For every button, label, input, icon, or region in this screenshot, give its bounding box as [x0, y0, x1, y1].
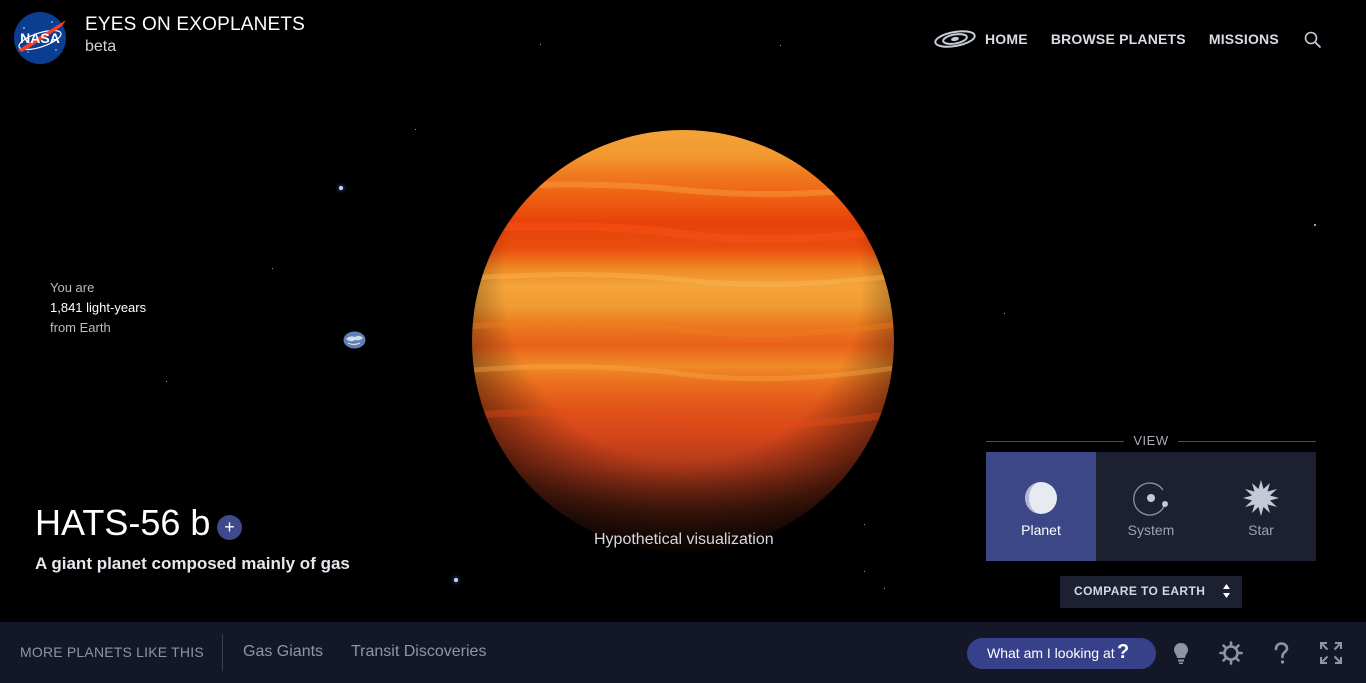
planet-name: HATS-56 b: [35, 502, 211, 543]
background-star: [166, 381, 167, 382]
more-planets-label: MORE PLANETS LIKE THIS: [20, 644, 204, 660]
compare-to-earth-select[interactable]: COMPARE TO EARTH: [1060, 576, 1242, 608]
view-selector: Planet System Star: [986, 452, 1316, 561]
visualization-caption: Hypothetical visualization: [594, 531, 774, 548]
what-am-i-looking-at-button[interactable]: What am I looking at ?: [967, 638, 1156, 669]
bottom-divider: [222, 634, 223, 671]
view-star-button[interactable]: Star: [1206, 452, 1316, 561]
main-nav: HOME BROWSE PLANETS MISSIONS: [933, 28, 1322, 50]
looking-label: What am I looking at: [987, 645, 1115, 661]
bottom-bar: MORE PLANETS LIKE THIS Gas Giants Transi…: [0, 622, 1366, 683]
add-planet-button[interactable]: +: [217, 515, 242, 540]
distance-value: 1,841 light-years: [50, 300, 147, 315]
background-star: [864, 524, 865, 525]
view-system-button[interactable]: System: [1096, 452, 1206, 561]
help-icon[interactable]: [1269, 641, 1293, 665]
galaxy-icon[interactable]: [933, 28, 977, 50]
view-planet-button[interactable]: Planet: [986, 452, 1096, 561]
fullscreen-icon[interactable]: [1319, 641, 1343, 665]
view-star-label: Star: [1248, 522, 1274, 538]
question-icon: ?: [1117, 641, 1130, 663]
nasa-logo[interactable]: NASA: [12, 10, 68, 66]
view-system-label: System: [1127, 522, 1175, 538]
distance-prefix: You are: [50, 280, 95, 295]
planet-icon: [1025, 482, 1057, 514]
compare-label: COMPARE TO EARTH: [1074, 584, 1206, 598]
tag-transit-discoveries[interactable]: Transit Discoveries: [351, 643, 486, 661]
search-icon[interactable]: [1304, 31, 1322, 49]
distance-readout: You are 1,841 light-years from Earth: [50, 278, 146, 338]
nav-home[interactable]: HOME: [985, 31, 1028, 47]
background-star: [864, 571, 865, 572]
star-icon: [1243, 480, 1279, 516]
background-star: [780, 45, 781, 46]
background-star: [339, 186, 343, 190]
nav-missions[interactable]: MISSIONS: [1209, 31, 1279, 47]
planet-visualization[interactable]: [472, 130, 894, 552]
background-star: [1004, 313, 1005, 314]
view-label: VIEW: [1133, 433, 1169, 448]
earth-icon[interactable]: [343, 331, 366, 349]
tag-gas-giants[interactable]: Gas Giants: [243, 643, 323, 661]
background-star: [272, 268, 273, 269]
nasa-logo-text: NASA: [20, 30, 60, 46]
app-subtitle: beta: [85, 38, 117, 55]
planet-bands: [472, 181, 894, 429]
lightbulb-icon[interactable]: [1169, 641, 1193, 665]
system-icon: [1133, 482, 1168, 516]
background-star: [415, 129, 416, 130]
background-star: [454, 578, 458, 582]
distance-suffix: from Earth: [50, 320, 111, 335]
nav-browse-planets[interactable]: BROWSE PLANETS: [1051, 31, 1186, 47]
sort-arrows-icon: [1223, 584, 1230, 598]
view-header: VIEW: [986, 432, 1316, 450]
view-planet-label: Planet: [1021, 522, 1061, 538]
background-star: [884, 588, 885, 589]
app-title: EYES ON EXOPLANETS: [85, 14, 306, 35]
background-star: [540, 44, 541, 45]
planet-description: A giant planet composed mainly of gas: [35, 554, 350, 573]
settings-icon[interactable]: [1219, 641, 1243, 665]
background-star: [1314, 224, 1316, 226]
